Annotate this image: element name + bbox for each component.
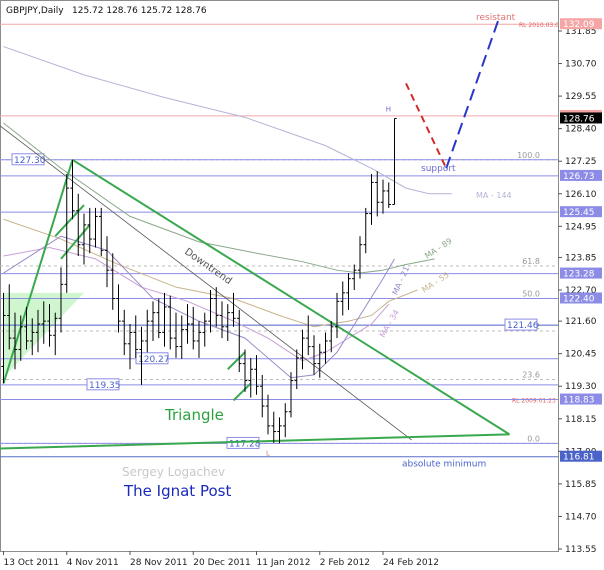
level-label: 121.46 [507, 321, 539, 331]
axis-current-price-tag: 128.76 [563, 114, 595, 124]
x-axis-tick-label: 24 Feb 2012 [383, 558, 439, 568]
y-axis-tick-label: 130.70 [565, 60, 597, 70]
y-axis-tick-label: 126.10 [565, 190, 597, 200]
axis-level-tag: 123.28 [563, 270, 595, 280]
y-axis-tick-label: 120.45 [565, 350, 597, 360]
absolute-minimum-label: absolute minimum [402, 460, 486, 470]
axis-level-tag: 125.45 [563, 208, 595, 218]
chart-ohlc-label: 125.72 128.76 125.72 128.76 [72, 6, 207, 16]
y-axis-tick-label: 121.60 [565, 317, 597, 327]
high-marker: H [386, 105, 391, 113]
fibo-level-label: 0.0 [527, 434, 540, 443]
author-watermark: Sergey Logachev [122, 465, 225, 479]
y-axis-tick-label: 123.85 [565, 253, 597, 263]
y-axis-tick-label: 124.95 [565, 222, 597, 232]
triangle-label: Triangle [164, 406, 224, 424]
axis-level-tag: 122.40 [563, 294, 595, 304]
fibo-level-label: 50.0 [522, 289, 540, 298]
level-label: 120.27 [138, 355, 170, 365]
y-axis-tick-label: 113.55 [565, 545, 597, 555]
support-label: support [421, 164, 456, 174]
y-axis-tick-label: 119.30 [565, 382, 597, 392]
x-axis-tick-label: 2 Feb 2012 [320, 558, 370, 568]
y-axis-tick-label: 115.85 [565, 480, 597, 490]
axis-level-tag: 116.81 [563, 453, 595, 463]
chart-symbol-label: GBPJPY,Daily [6, 6, 64, 16]
axis-level-tag: 118.83 [563, 396, 595, 406]
resistant-label: resistant [476, 13, 516, 23]
y-axis-tick-label: 128.40 [565, 125, 597, 135]
y-axis-tick-label: 127.25 [565, 157, 597, 167]
low-marker: L [266, 449, 270, 457]
resistance-line-label: RL 2009.01.23 [512, 398, 556, 405]
axis-resistance-tag: 132.09 [563, 20, 595, 30]
chart-root: RL 2010.03.0RL 2009.01.23100.061.850.038… [0, 0, 604, 570]
y-axis-tick-label: 129.55 [565, 92, 597, 102]
axis-level-tag: 126.73 [563, 172, 595, 182]
x-axis-tick-label: 13 Oct 2011 [4, 558, 60, 568]
y-axis-tick-label: 114.70 [565, 512, 597, 522]
x-axis-tick-label: 20 Dec 2011 [193, 558, 251, 568]
fibo-level-label: 23.6 [522, 370, 540, 379]
site-watermark: The Ignat Post [123, 482, 231, 500]
price-chart[interactable]: RL 2010.03.0RL 2009.01.23100.061.850.038… [0, 0, 604, 570]
y-axis-tick-label: 118.15 [565, 415, 597, 425]
resistance-line-label: RL 2010.03.0 [519, 22, 559, 29]
moving-average-label: MA - 144 [476, 191, 512, 200]
x-axis-tick-label: 28 Nov 2011 [130, 558, 188, 568]
x-axis-tick-label: 4 Nov 2011 [67, 558, 119, 568]
level-label: 119.35 [89, 381, 121, 391]
fibo-level-label: 61.8 [522, 257, 540, 266]
fibo-level-label: 100.0 [517, 151, 540, 160]
x-axis-tick-label: 11 Jan 2012 [257, 558, 311, 568]
